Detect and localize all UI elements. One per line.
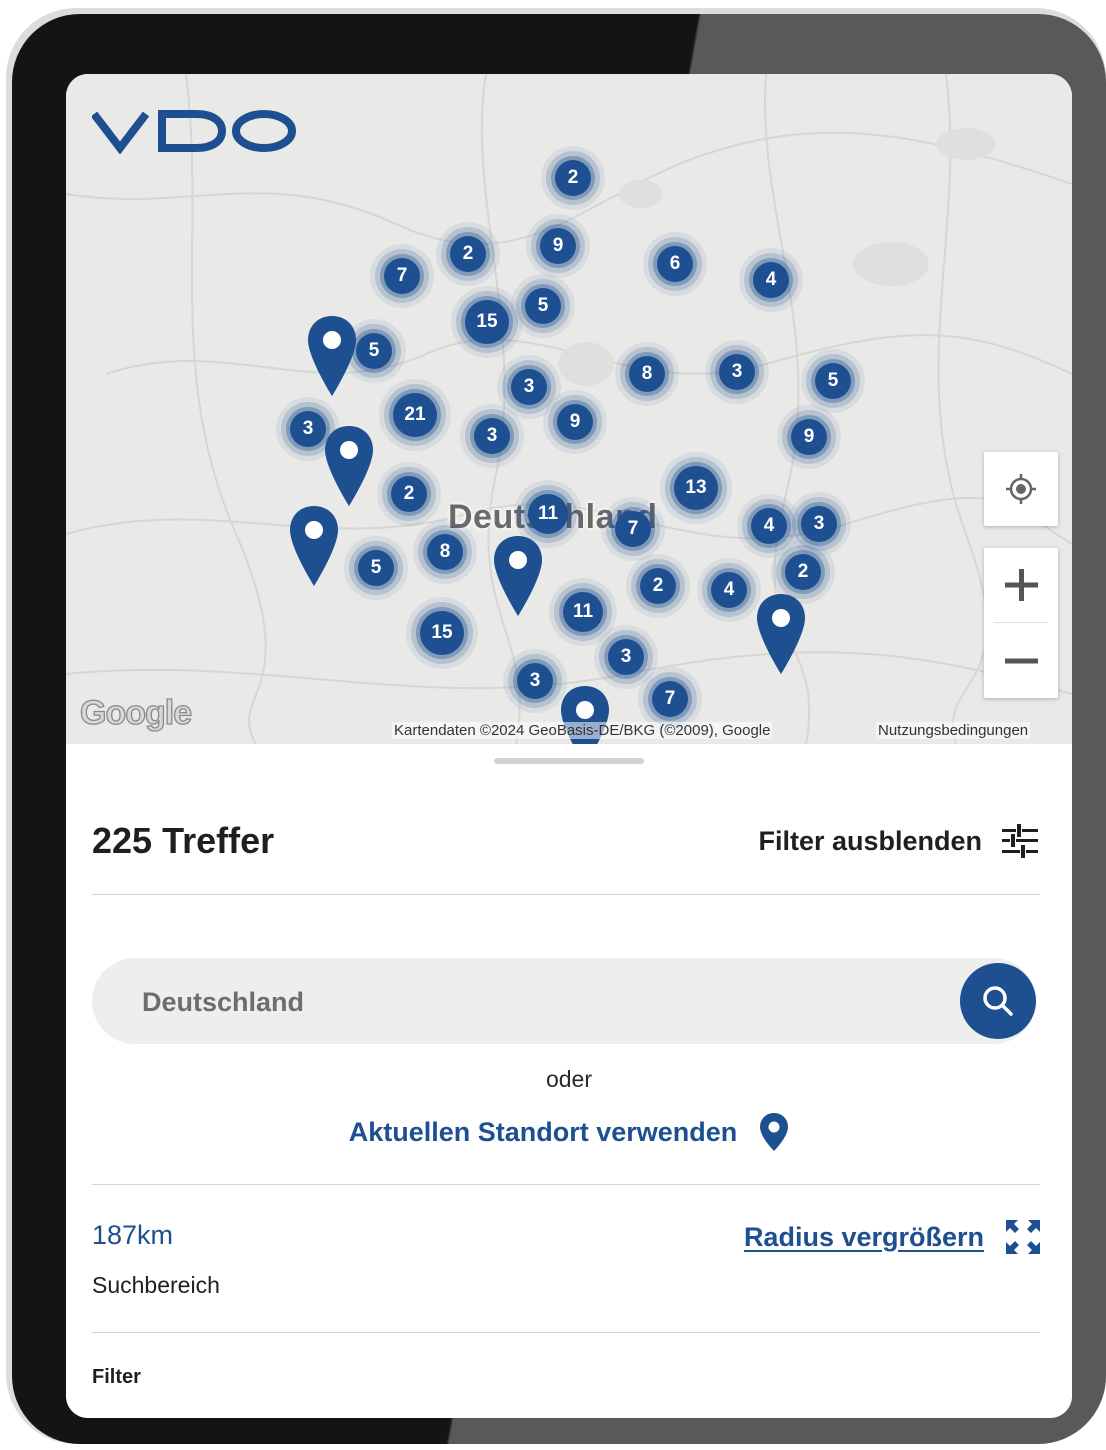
map-terms-link[interactable]: Nutzungsbedingungen <box>876 722 1031 739</box>
map-attribution: Kartendaten ©2024 GeoBasis-DE/BKG (©2009… <box>392 722 773 739</box>
location-pin-icon[interactable] <box>323 424 375 508</box>
tablet-frame: Deutschland 2 7 2 9 6 4 15 5 5 8 3 5 3 2… <box>12 14 1106 1444</box>
location-pin-icon[interactable] <box>755 592 807 676</box>
map-cluster[interactable]: 3 <box>801 506 837 542</box>
plus-icon <box>1005 569 1038 601</box>
map-cluster[interactable]: 11 <box>528 494 568 534</box>
expand-icon <box>1006 1220 1040 1254</box>
zoom-out-button[interactable] <box>984 624 1058 698</box>
map-cluster[interactable]: 3 <box>290 411 326 447</box>
map-cluster[interactable]: 13 <box>674 466 718 510</box>
map-cluster[interactable]: 2 <box>555 160 591 196</box>
minus-icon <box>1005 658 1038 664</box>
map-cluster[interactable]: 15 <box>465 300 509 344</box>
map-cluster[interactable]: 3 <box>511 369 547 405</box>
location-pin-icon <box>760 1113 789 1151</box>
zoom-divider <box>994 622 1048 623</box>
map-cluster[interactable]: 8 <box>629 356 665 392</box>
search-bar <box>92 958 1036 1046</box>
map-cluster[interactable]: 9 <box>791 419 827 455</box>
map-cluster[interactable]: 2 <box>450 236 486 272</box>
map-cluster[interactable]: 5 <box>525 288 561 324</box>
results-sheet: 225 Treffer Filter ausblenden Deutschlan… <box>66 744 1072 1418</box>
filter-heading: Filter <box>92 1366 141 1388</box>
map-cluster[interactable]: 8 <box>427 534 463 570</box>
divider <box>92 1332 1040 1333</box>
map[interactable]: Deutschland 2 7 2 9 6 4 15 5 5 8 3 5 3 2… <box>66 74 1072 744</box>
increase-radius-label: Radius vergrößern <box>743 1221 984 1252</box>
map-cluster[interactable]: 2 <box>785 554 821 590</box>
map-cluster[interactable]: 7 <box>615 511 651 547</box>
filter-toggle-label: Filter ausblenden <box>758 825 982 856</box>
map-cluster[interactable]: 7 <box>384 258 420 294</box>
map-cluster[interactable]: 15 <box>420 611 464 655</box>
use-location-label: Aktuellen Standort verwenden <box>348 1116 738 1147</box>
map-cluster[interactable]: 5 <box>358 550 394 586</box>
location-pin-icon[interactable] <box>492 534 544 618</box>
map-cluster[interactable]: 7 <box>652 681 688 717</box>
location-pin-icon[interactable] <box>306 314 358 398</box>
map-cluster[interactable]: 21 <box>393 393 437 437</box>
map-cluster[interactable]: 4 <box>753 262 789 298</box>
map-cluster[interactable]: 6 <box>657 246 693 282</box>
filter-toggle-button[interactable]: Filter ausblenden <box>758 824 1038 858</box>
map-cluster[interactable]: 4 <box>751 508 787 544</box>
map-cluster[interactable]: 9 <box>540 228 576 264</box>
results-count: 225 Treffer <box>92 820 275 861</box>
or-separator: oder <box>545 1066 593 1092</box>
increase-radius-link[interactable]: Radius vergrößern <box>744 1218 1042 1256</box>
map-cluster[interactable]: 3 <box>517 663 553 699</box>
locate-button[interactable] <box>984 452 1058 526</box>
locate-icon <box>984 452 1058 526</box>
map-cluster[interactable]: 3 <box>474 418 510 454</box>
divider <box>92 1184 1040 1185</box>
divider <box>92 894 1040 895</box>
search-input[interactable] <box>140 958 924 1046</box>
map-cluster[interactable]: 4 <box>711 572 747 608</box>
zoom-control <box>984 548 1058 698</box>
sliders-icon <box>1002 824 1038 858</box>
screen: Deutschland 2 7 2 9 6 4 15 5 5 8 3 5 3 2… <box>66 74 1072 1418</box>
map-cluster[interactable]: 2 <box>640 568 676 604</box>
map-cluster[interactable]: 5 <box>815 363 851 399</box>
sheet-drag-handle[interactable] <box>494 758 644 764</box>
radius-caption: Suchbereich <box>92 1272 220 1298</box>
map-cluster[interactable]: 9 <box>557 404 593 440</box>
location-pin-icon[interactable] <box>288 504 340 588</box>
map-cluster[interactable]: 5 <box>356 333 392 369</box>
search-button[interactable] <box>960 963 1036 1039</box>
use-current-location-link[interactable]: Aktuellen Standort verwenden <box>66 1112 1072 1152</box>
map-cluster[interactable]: 3 <box>719 354 755 390</box>
search-icon <box>983 986 1013 1016</box>
map-cluster[interactable]: 3 <box>608 639 644 675</box>
zoom-in-button[interactable] <box>984 548 1058 622</box>
vdo-logo <box>92 110 296 154</box>
map-cluster[interactable]: 2 <box>391 476 427 512</box>
google-logo: Google <box>79 693 192 732</box>
map-cluster[interactable]: 11 <box>563 592 603 632</box>
radius-value: 187km <box>92 1220 174 1250</box>
